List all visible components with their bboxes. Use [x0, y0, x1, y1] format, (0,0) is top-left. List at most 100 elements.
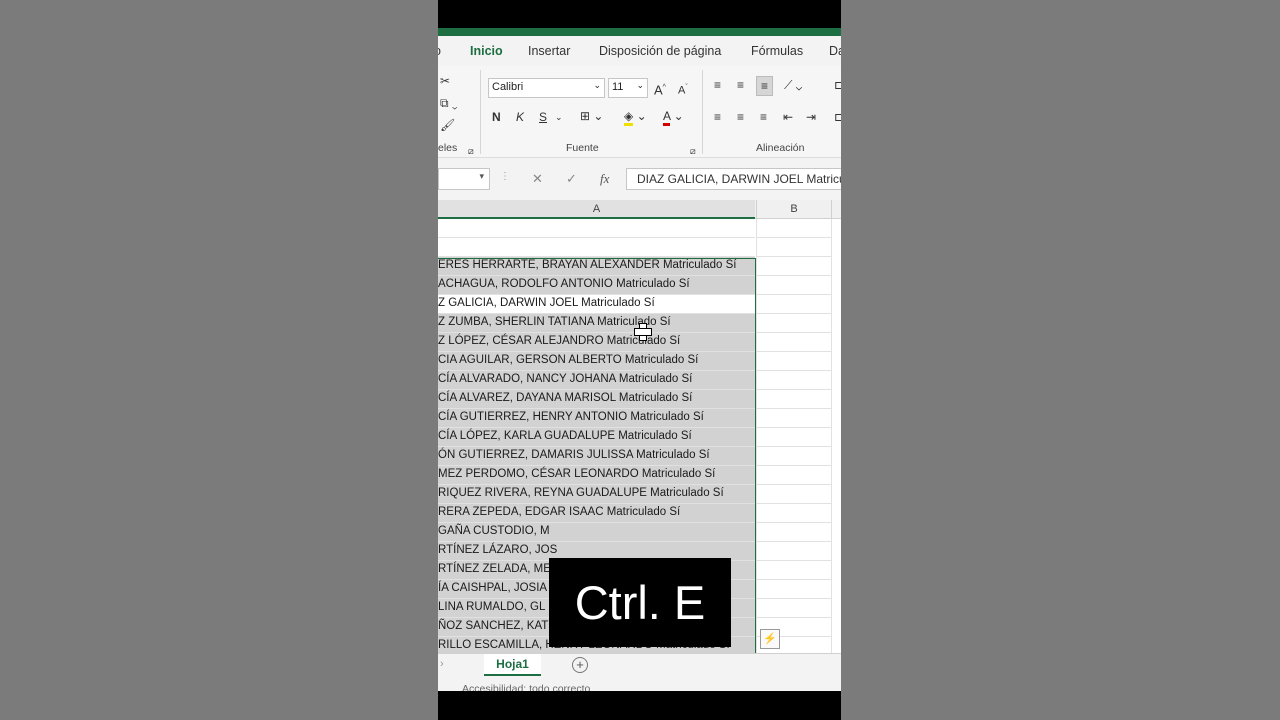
cell[interactable] — [756, 504, 832, 523]
increase-indent-icon[interactable]: ⇥ — [806, 110, 816, 124]
formula-options-icon: ⋮ — [500, 171, 510, 182]
font-group-label: Fuente — [566, 142, 599, 154]
table-row: RIQUEZ RIVERA, REYNA GUADALUPE Matricula… — [438, 485, 841, 504]
tab-partial-archivo[interactable]: o — [438, 44, 441, 58]
cell[interactable] — [756, 523, 832, 542]
cell[interactable]: CÍA ALVAREZ, DAYANA MARISOL Matriculado … — [438, 390, 755, 409]
status-text: Accesibilidad: todo correcto — [462, 683, 591, 691]
table-row: ÓN GUTIERREZ, DAMARIS JULISSA Matriculad… — [438, 447, 841, 466]
font-launcher-icon[interactable]: ⧄ — [690, 144, 696, 158]
cell[interactable] — [756, 219, 832, 238]
bold-button[interactable]: N — [492, 110, 501, 124]
column-header-b[interactable]: B — [756, 200, 832, 219]
cell[interactable]: CÍA LÓPEZ, KARLA GUADALUPE Matriculado S… — [438, 428, 755, 447]
cancel-icon[interactable]: ✕ — [532, 171, 543, 187]
underline-dropdown-icon[interactable]: ⌄ — [555, 110, 563, 124]
tab-disposicion[interactable]: Disposición de página — [599, 44, 721, 58]
flash-fill-options-icon[interactable]: ⚡ — [760, 629, 780, 649]
formula-input[interactable]: DIAZ GALICIA, DARWIN JOEL Matriculado Sí — [626, 168, 841, 190]
cell[interactable] — [756, 295, 832, 314]
cell[interactable]: RIQUEZ RIVERA, REYNA GUADALUPE Matricula… — [438, 485, 755, 504]
cell[interactable]: Z ZUMBA, SHERLIN TATIANA Matriculado Sí — [438, 314, 755, 333]
ribbon-separator — [702, 70, 703, 154]
cell[interactable] — [756, 352, 832, 371]
font-size-select[interactable]: 11 ⌄ — [608, 78, 648, 98]
cell[interactable] — [756, 580, 832, 599]
column-header-a[interactable]: A — [438, 200, 755, 219]
table-row: CÍA GUTIERREZ, HENRY ANTONIO Matriculado… — [438, 409, 841, 428]
name-box[interactable]: ▾ — [438, 168, 490, 190]
decrease-indent-icon[interactable]: ⇤ — [783, 110, 793, 124]
cell[interactable] — [756, 276, 832, 295]
align-left-icon[interactable]: ≡ — [714, 110, 721, 124]
cell[interactable] — [756, 428, 832, 447]
increase-font-icon[interactable]: A^ — [654, 81, 666, 97]
left-blur-background — [0, 0, 438, 720]
cell[interactable] — [756, 390, 832, 409]
fill-color-icon[interactable]: ◈ ⌄ — [624, 109, 647, 126]
cell[interactable]: RERA ZEPEDA, EDGAR ISAAC Matriculado Sí — [438, 504, 755, 523]
ribbon-separator — [480, 70, 481, 154]
cell[interactable] — [438, 238, 755, 257]
cell[interactable] — [756, 333, 832, 352]
cell[interactable] — [756, 561, 832, 580]
tab-formulas[interactable]: Fórmulas — [751, 44, 803, 58]
borders-icon[interactable]: ⊞ ⌄ — [580, 109, 603, 123]
cell[interactable] — [756, 485, 832, 504]
cell[interactable]: MEZ PERDOMO, CÉSAR LEONARDO Matriculado … — [438, 466, 755, 485]
cell[interactable]: GAÑA CUSTODIO, M — [438, 523, 755, 542]
table-row: CÍA ALVARADO, NANCY JOHANA Matriculado S… — [438, 371, 841, 390]
insert-function-icon[interactable]: fx — [600, 171, 609, 187]
scroll-sheets-icon[interactable]: › — [440, 658, 444, 670]
table-row: CIA AGUILAR, GERSON ALBERTO Matriculado … — [438, 352, 841, 371]
cell[interactable] — [756, 238, 832, 257]
cell-cursor-icon — [634, 323, 652, 341]
cell[interactable] — [756, 599, 832, 618]
cell[interactable]: ERES HERRARTE, BRAYAN ALEXANDER Matricul… — [438, 257, 755, 276]
cell[interactable] — [756, 371, 832, 390]
align-right-icon[interactable]: ≡ — [760, 110, 767, 124]
cell[interactable]: ACHAGUA, RODOLFO ANTONIO Matriculado Sí — [438, 276, 755, 295]
copy-icon[interactable]: ⧉ ⌄ — [440, 96, 458, 110]
cell[interactable]: Z LÓPEZ, CÉSAR ALEJANDRO Matriculado Sí — [438, 333, 755, 352]
cell[interactable] — [756, 447, 832, 466]
add-sheet-icon[interactable]: + — [572, 657, 588, 673]
wrap-text-icon[interactable]: ⊏ — [834, 110, 841, 124]
status-bar: Accesibilidad: todo correcto — [438, 679, 841, 691]
formula-bar: ▾ ⋮ ✕ ✓ fx DIAZ GALICIA, DARWIN JOEL Mat… — [438, 158, 841, 198]
tab-inicio[interactable]: Inicio — [470, 44, 503, 58]
align-bottom-icon[interactable]: ≡ — [756, 76, 774, 96]
active-cell[interactable]: Z GALICIA, DARWIN JOEL Matriculado Sí — [438, 295, 755, 314]
underline-button[interactable]: S — [539, 110, 547, 124]
cell[interactable]: CÍA ALVARADO, NANCY JOHANA Matriculado S… — [438, 371, 755, 390]
cell[interactable] — [756, 466, 832, 485]
cell[interactable] — [756, 314, 832, 333]
tab-datos[interactable]: Da — [829, 44, 841, 58]
cell[interactable]: CIA AGUILAR, GERSON ALBERTO Matriculado … — [438, 352, 755, 371]
enter-icon[interactable]: ✓ — [566, 171, 577, 187]
cell[interactable] — [756, 257, 832, 276]
cell[interactable]: CÍA GUTIERREZ, HENRY ANTONIO Matriculado… — [438, 409, 755, 428]
cell[interactable] — [756, 542, 832, 561]
cut-icon[interactable]: ✂ — [440, 74, 450, 88]
align-middle-icon[interactable]: ≡ — [737, 78, 744, 92]
font-color-icon[interactable]: A ⌄ — [663, 109, 684, 126]
table-row — [438, 238, 841, 257]
format-painter-icon[interactable]: 🖌 — [440, 118, 455, 132]
align-top-icon[interactable]: ≡ — [714, 78, 721, 92]
wrap-icon[interactable]: ⊏ — [834, 78, 841, 92]
table-row: CÍA LÓPEZ, KARLA GUADALUPE Matriculado S… — [438, 428, 841, 447]
cell[interactable] — [438, 219, 755, 238]
cell[interactable] — [756, 409, 832, 428]
clipboard-launcher-icon[interactable]: ⧄ — [468, 144, 474, 158]
orientation-icon[interactable]: ⟋ ⌄ — [784, 78, 802, 92]
decrease-font-icon[interactable]: Aˇ — [678, 81, 688, 98]
font-name-select[interactable]: Calibri ⌄ — [488, 78, 605, 98]
tab-insertar[interactable]: Insertar — [528, 44, 570, 58]
align-center-icon[interactable]: ≡ — [737, 110, 744, 124]
sheet-tab-hoja1[interactable]: Hoja1 — [484, 654, 541, 676]
cell[interactable]: ÓN GUTIERREZ, DAMARIS JULISSA Matriculad… — [438, 447, 755, 466]
video-frame: o Inicio Insertar Disposición de página … — [438, 0, 841, 720]
italic-button[interactable]: K — [516, 110, 524, 124]
ribbon: ✂ ⧉ ⌄ 🖌 eles ⧄ Calibri ⌄ 11 ⌄ A^ Aˇ N K S … — [438, 66, 841, 158]
